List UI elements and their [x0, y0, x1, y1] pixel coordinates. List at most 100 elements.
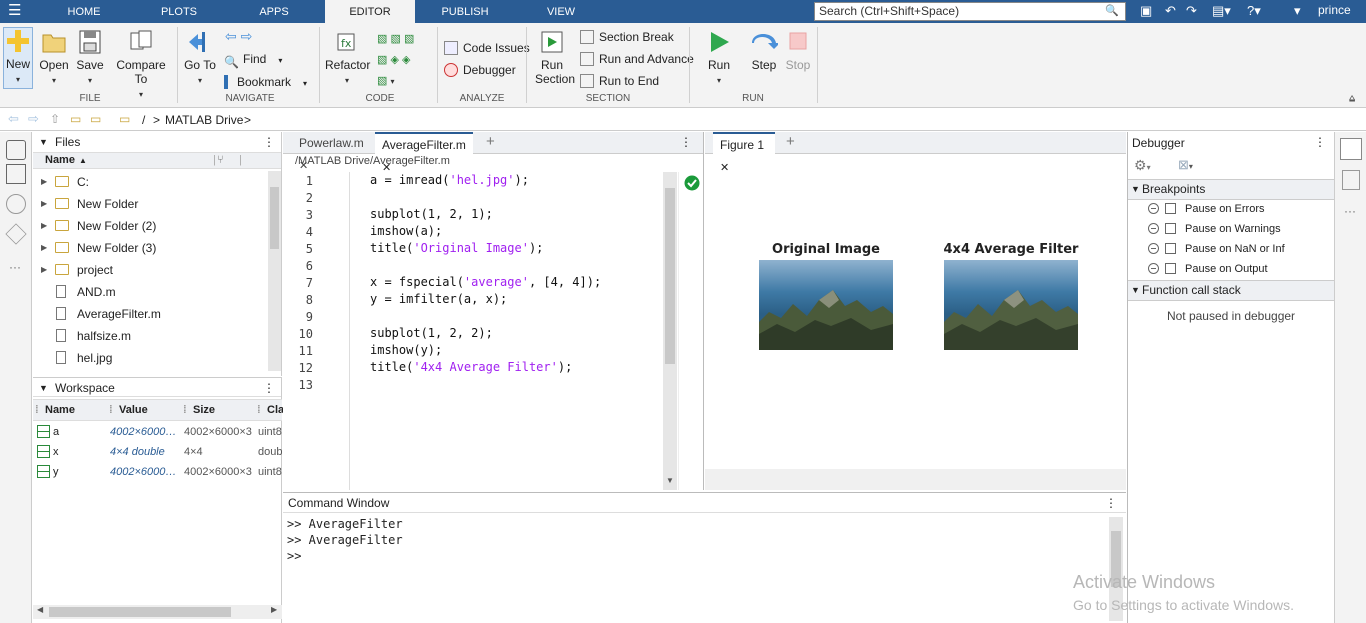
- save-button[interactable]: Save ▾: [74, 29, 106, 88]
- panel-menu-icon[interactable]: ⋮: [1105, 496, 1117, 510]
- outdent-icon[interactable]: ◈: [402, 54, 410, 66]
- workspace-panel-icon[interactable]: [6, 164, 26, 184]
- add-tab-icon[interactable]: +: [486, 133, 495, 150]
- breakpoint-option[interactable]: Pause on NaN or Inf: [1148, 240, 1285, 258]
- stop-button[interactable]: Stop: [782, 29, 814, 72]
- matlab-drive-icon[interactable]: ▭: [90, 112, 101, 126]
- history-icon[interactable]: [6, 194, 26, 214]
- browse-folder-icon[interactable]: ▭: [70, 112, 81, 126]
- nav-back-icon[interactable]: ⇦: [8, 111, 19, 127]
- path-folder-matlab-drive[interactable]: MATLAB Drive: [165, 113, 243, 127]
- name-column-label[interactable]: Name: [45, 153, 75, 168]
- tab-powerlaw[interactable]: Powerlaw.m ✕: [283, 132, 375, 172]
- scrollbar-thumb[interactable]: [49, 607, 231, 617]
- tab-plots[interactable]: PLOTS: [150, 0, 208, 23]
- window-layout-icon[interactable]: ▤▾: [1212, 3, 1231, 19]
- col-value[interactable]: Value: [119, 400, 148, 420]
- checkbox[interactable]: [1165, 223, 1176, 234]
- workspace-row[interactable]: a 4002×6000… 4002×6000×3 uint8: [33, 422, 282, 442]
- uncomment-icon[interactable]: ▧: [377, 54, 387, 66]
- expand-icon[interactable]: ▶: [41, 215, 47, 237]
- files-panel-icon[interactable]: [6, 140, 26, 160]
- path-root[interactable]: /: [142, 113, 145, 127]
- file-item[interactable]: ▶ project: [33, 259, 268, 281]
- find-button[interactable]: 🔍 Find ▾: [224, 52, 282, 69]
- help-icon[interactable]: ?▾: [1247, 3, 1261, 19]
- expand-icon[interactable]: ▶: [41, 171, 47, 193]
- checkbox[interactable]: [1165, 243, 1176, 254]
- col-class[interactable]: Cla: [267, 400, 284, 420]
- code-line-4[interactable]: imshow(a);: [370, 224, 442, 238]
- properties-icon[interactable]: [1342, 170, 1360, 190]
- workspace-row[interactable]: y 4002×6000… 4002×6000×3 uint8: [33, 462, 282, 482]
- filtered-image[interactable]: [944, 260, 1078, 350]
- code-tools-grid[interactable]: ▧ ▧ ▧ ▧ ◈ ◈ ▧ ▾: [377, 29, 437, 91]
- wrap-icon[interactable]: ▧: [404, 33, 414, 45]
- code-line-12[interactable]: title('4x4 Average Filter');: [370, 360, 572, 374]
- section-break-button[interactable]: Section Break: [580, 30, 674, 44]
- workspace-hscrollbar[interactable]: ◀ ▶: [33, 605, 282, 619]
- close-icon[interactable]: ✕: [720, 162, 729, 174]
- panel-menu-icon[interactable]: ⋮: [1314, 135, 1326, 149]
- tab-averagefilter[interactable]: AverageFilter.m ✕: [375, 132, 473, 174]
- tab-home[interactable]: HOME: [55, 0, 113, 23]
- code-line-7[interactable]: x = fspecial('average', [4, 4]);: [370, 275, 601, 289]
- workspace-row[interactable]: x 4×4 double 4×4 doub: [33, 442, 282, 462]
- redo-icon[interactable]: ↷: [1186, 3, 1197, 19]
- file-item[interactable]: ▶ New Folder: [33, 193, 268, 215]
- code-issues-button[interactable]: Code Issues: [444, 41, 530, 55]
- breakpoints-section[interactable]: ▼ Breakpoints: [1128, 179, 1334, 200]
- open-button[interactable]: Open ▾: [38, 29, 70, 88]
- scrollbar-thumb[interactable]: [270, 187, 279, 249]
- command-prompt-input[interactable]: >>: [287, 549, 301, 563]
- code-line-5[interactable]: title('Original Image');: [370, 241, 543, 255]
- comment-icon[interactable]: ▧: [377, 33, 387, 45]
- files-column-header[interactable]: Name ▲ | ⑂ |: [33, 152, 281, 169]
- tab-publish[interactable]: PUBLISH: [436, 0, 494, 23]
- code-line-3[interactable]: subplot(1, 2, 1);: [370, 207, 493, 221]
- more-options-icon[interactable]: ···: [1344, 204, 1356, 218]
- panel-menu-icon[interactable]: ⋮: [263, 378, 275, 398]
- breakpoint-option[interactable]: Pause on Warnings: [1148, 220, 1281, 238]
- refactor-button[interactable]: fx Refactor ▾: [325, 29, 370, 88]
- more-options-icon[interactable]: ···: [9, 260, 21, 274]
- panel-menu-icon[interactable]: ⋮: [263, 132, 275, 152]
- tab-figure-1[interactable]: Figure 1 ✕: [713, 132, 775, 174]
- step-button[interactable]: Step: [748, 29, 780, 72]
- expand-icon[interactable]: ▶: [41, 237, 47, 259]
- file-item[interactable]: AverageFilter.m: [33, 303, 268, 325]
- up-folder-icon[interactable]: ⇧: [50, 112, 60, 126]
- run-section-button[interactable]: Run Section: [531, 29, 575, 86]
- editor-scrollbar[interactable]: ▼: [663, 172, 677, 490]
- collapse-icon[interactable]: ▼: [39, 132, 48, 152]
- file-item[interactable]: AND.m: [33, 281, 268, 303]
- expand-icon[interactable]: ▶: [41, 193, 47, 215]
- file-item[interactable]: hel.jpg: [33, 347, 268, 369]
- run-and-advance-button[interactable]: Run and Advance: [580, 52, 694, 66]
- debugger-button[interactable]: Debugger: [444, 63, 516, 77]
- tab-apps[interactable]: APPS: [245, 0, 303, 23]
- file-item[interactable]: ▶ C:: [33, 171, 268, 193]
- go-to-button[interactable]: Go To ▾: [182, 29, 218, 88]
- add-ons-icon[interactable]: [5, 223, 27, 245]
- search-input[interactable]: Search (Ctrl+Shift+Space) 🔍: [814, 2, 1126, 21]
- code-line-8[interactable]: y = imfilter(a, x);: [370, 292, 507, 306]
- scrollbar-thumb[interactable]: [665, 188, 675, 364]
- files-scrollbar[interactable]: [268, 171, 281, 371]
- call-stack-section[interactable]: ▼ Function call stack: [1128, 280, 1334, 301]
- file-item[interactable]: halfsize.m: [33, 325, 268, 347]
- tab-editor[interactable]: EDITOR: [325, 0, 415, 23]
- breakpoint-option[interactable]: Pause on Errors: [1148, 200, 1264, 218]
- settings-gear-icon[interactable]: ⚙▾: [1134, 157, 1151, 174]
- compare-to-button[interactable]: Compare To ▾: [110, 29, 172, 102]
- file-item[interactable]: ▶ New Folder (2): [33, 215, 268, 237]
- add-tab-icon[interactable]: +: [786, 133, 795, 150]
- no-issues-check-icon[interactable]: [684, 175, 700, 191]
- clear-breakpoints-icon[interactable]: ⊠▾: [1178, 157, 1193, 173]
- code-area[interactable]: a = imread('hel.jpg'); subplot(1, 2, 1);…: [350, 172, 663, 490]
- path-trail[interactable]: >: [244, 113, 251, 127]
- format-icon[interactable]: ▧: [377, 75, 387, 87]
- user-name[interactable]: prince: [1318, 3, 1351, 17]
- code-line-10[interactable]: subplot(1, 2, 2);: [370, 326, 493, 340]
- debugger-toggle-icon[interactable]: [1340, 138, 1362, 160]
